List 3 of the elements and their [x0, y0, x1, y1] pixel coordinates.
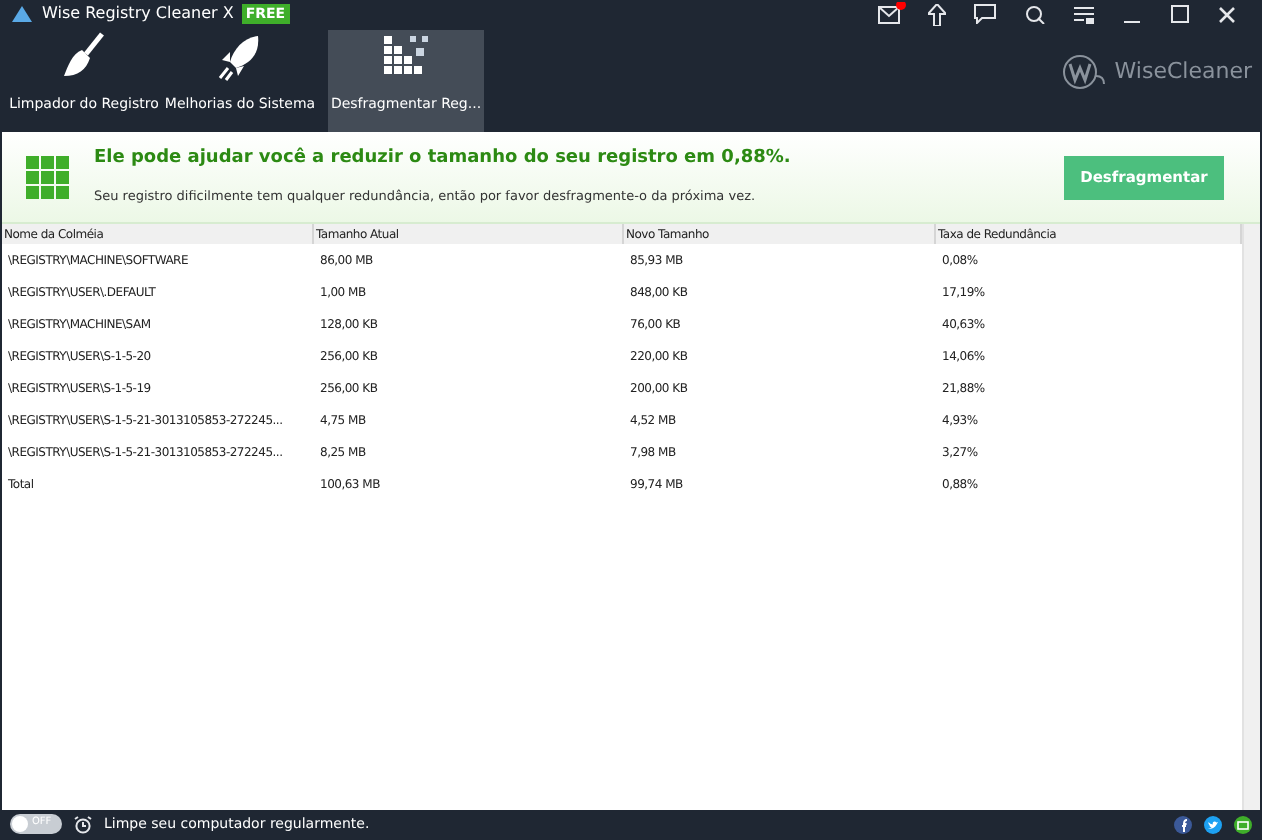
brand-name: WiseCleaner [1114, 55, 1252, 87]
banner-headline: Ele pode ajudar você a reduzir o tamanho do seu registro em 0,88%. [94, 146, 793, 173]
window-title: Wise Registry Cleaner X [42, 2, 234, 26]
